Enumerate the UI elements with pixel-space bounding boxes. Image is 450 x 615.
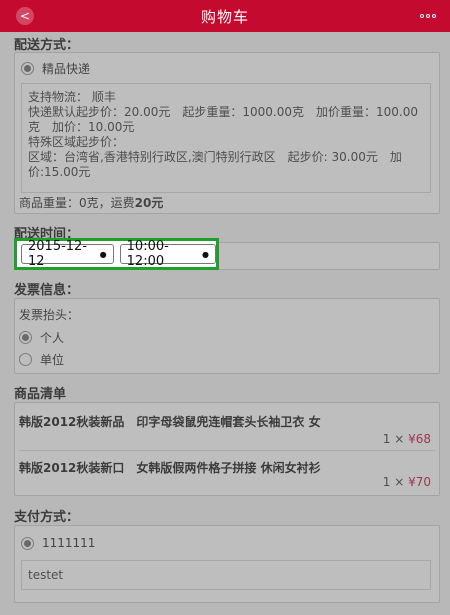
item-quantity: 1 × xyxy=(382,475,405,489)
item-price: ¥70 xyxy=(408,475,431,489)
item-title[interactable]: 韩版2012秋装新品 印字母袋鼠兜连帽套头长袖卫衣 女 xyxy=(19,413,321,430)
date-select[interactable]: 2015-12-12 ● xyxy=(21,239,114,269)
payment-radio[interactable] xyxy=(21,536,34,550)
shipping-detail-line: 特殊区域起步价： xyxy=(28,135,125,149)
invoice-section-title: 发票信息： xyxy=(14,283,80,298)
invoice-personal-radio[interactable] xyxy=(19,331,32,344)
invoice-option-label: 个人 xyxy=(40,331,65,345)
item-price-line: 1 × ¥68 xyxy=(383,432,431,446)
item-divider xyxy=(19,450,435,451)
item-price: ¥68 xyxy=(408,432,431,446)
delivery-time-selector-highlight: 2015-12-12 ● 10:00-12:00 ● xyxy=(14,238,219,270)
dropdown-caret-icon: ● xyxy=(99,249,107,259)
page-title: 购物车 xyxy=(200,7,249,26)
item-price-line: 1 × ¥70 xyxy=(383,475,431,489)
invoice-option-label: 单位 xyxy=(40,353,65,367)
payment-section-title: 支付方式： xyxy=(14,510,80,525)
item-title[interactable]: 韩版2012秋装新口 女韩版假两件格子拼接 休闲女衬衫 xyxy=(19,459,321,476)
payment-note: testet xyxy=(28,568,64,582)
shipping-detail-line: 克 加价：10.00元 xyxy=(28,120,135,134)
dropdown-caret-icon: ● xyxy=(202,249,209,259)
cart-page: < 购物车 配送方式： 精品快递 支持物流： 顺丰 快递默认起步价：20.00元… xyxy=(0,0,450,615)
more-options-icon[interactable] xyxy=(418,9,438,23)
back-icon[interactable]: < xyxy=(16,7,34,25)
invoice-company-radio[interactable] xyxy=(19,353,32,366)
shipping-method-box: 精品快递 支持物流： 顺丰 快递默认起步价：20.00元 起步重量：1000.0… xyxy=(14,52,440,214)
shipping-detail-line: 价:15.00元 xyxy=(28,165,91,179)
shipping-radio[interactable] xyxy=(21,62,34,75)
time-value: 10:00-12:00 xyxy=(126,239,169,269)
items-list-box: 韩版2012秋装新品 印字母袋鼠兜连帽套头长袖卫衣 女 1 × ¥68 韩版20… xyxy=(14,402,440,496)
weight-freight-line: 商品重量：0克，运费20元 xyxy=(19,194,163,211)
items-section-title: 商品清单 xyxy=(14,387,67,402)
shipping-section-title: 配送方式： xyxy=(14,38,80,53)
invoice-header-label: 发票抬头： xyxy=(19,308,80,322)
freight-amount: 20元 xyxy=(134,196,164,210)
time-select[interactable]: 10:00-12:00 ● xyxy=(119,239,216,269)
date-value: 2015-12-12 xyxy=(28,239,88,269)
item-quantity: 1 × xyxy=(382,432,405,446)
shipping-detail-line: 快递默认起步价：20.00元 起步重量：1000.00克 加价重量：100.00 xyxy=(28,105,418,119)
payment-box: 1111111 testet xyxy=(14,525,440,603)
shipping-method-label: 精品快递 xyxy=(42,62,91,76)
shipping-detail-line: 支持物流： 顺丰 xyxy=(28,90,116,104)
invoice-option-personal[interactable]: 个人 xyxy=(19,329,64,346)
shipping-details-box: 支持物流： 顺丰 快递默认起步价：20.00元 起步重量：1000.00克 加价… xyxy=(21,83,431,193)
payment-option-label: 1111111 xyxy=(42,536,96,550)
shipping-detail-line: 区域：台湾省,香港特别行政区,澳门特别行政区 起步价: 30.00元 加 xyxy=(28,150,402,164)
shipping-option-express[interactable]: 精品快递 xyxy=(21,60,90,77)
payment-option[interactable]: 1111111 xyxy=(21,536,95,550)
top-navigation-bar: < 购物车 xyxy=(0,0,450,32)
payment-note-box: testet xyxy=(21,560,431,590)
weight-text: 商品重量：0克，运费 xyxy=(19,196,135,210)
invoice-option-company[interactable]: 单位 xyxy=(19,351,64,368)
invoice-box: 发票抬头： 个人 单位 xyxy=(14,298,440,374)
